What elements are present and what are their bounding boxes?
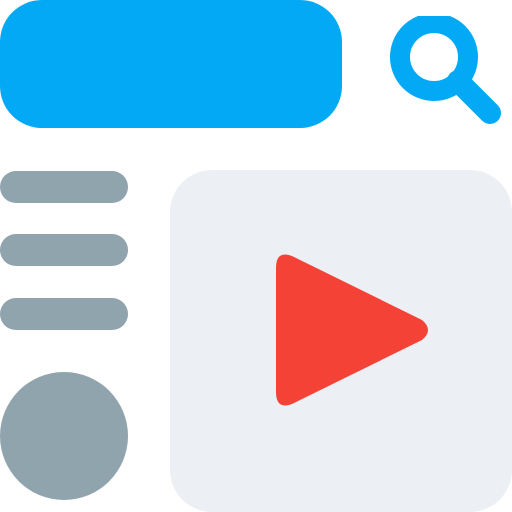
menu-line-2	[0, 234, 128, 266]
search-handle	[447, 70, 501, 124]
play-triangle	[276, 254, 428, 406]
menu-line-1	[0, 171, 128, 203]
avatar	[0, 372, 128, 500]
search-bar[interactable]	[0, 0, 342, 128]
video-search-illustration	[0, 0, 512, 512]
search-icon[interactable]	[382, 16, 512, 128]
play-icon[interactable]	[274, 254, 430, 406]
menu-line-3	[0, 298, 128, 330]
